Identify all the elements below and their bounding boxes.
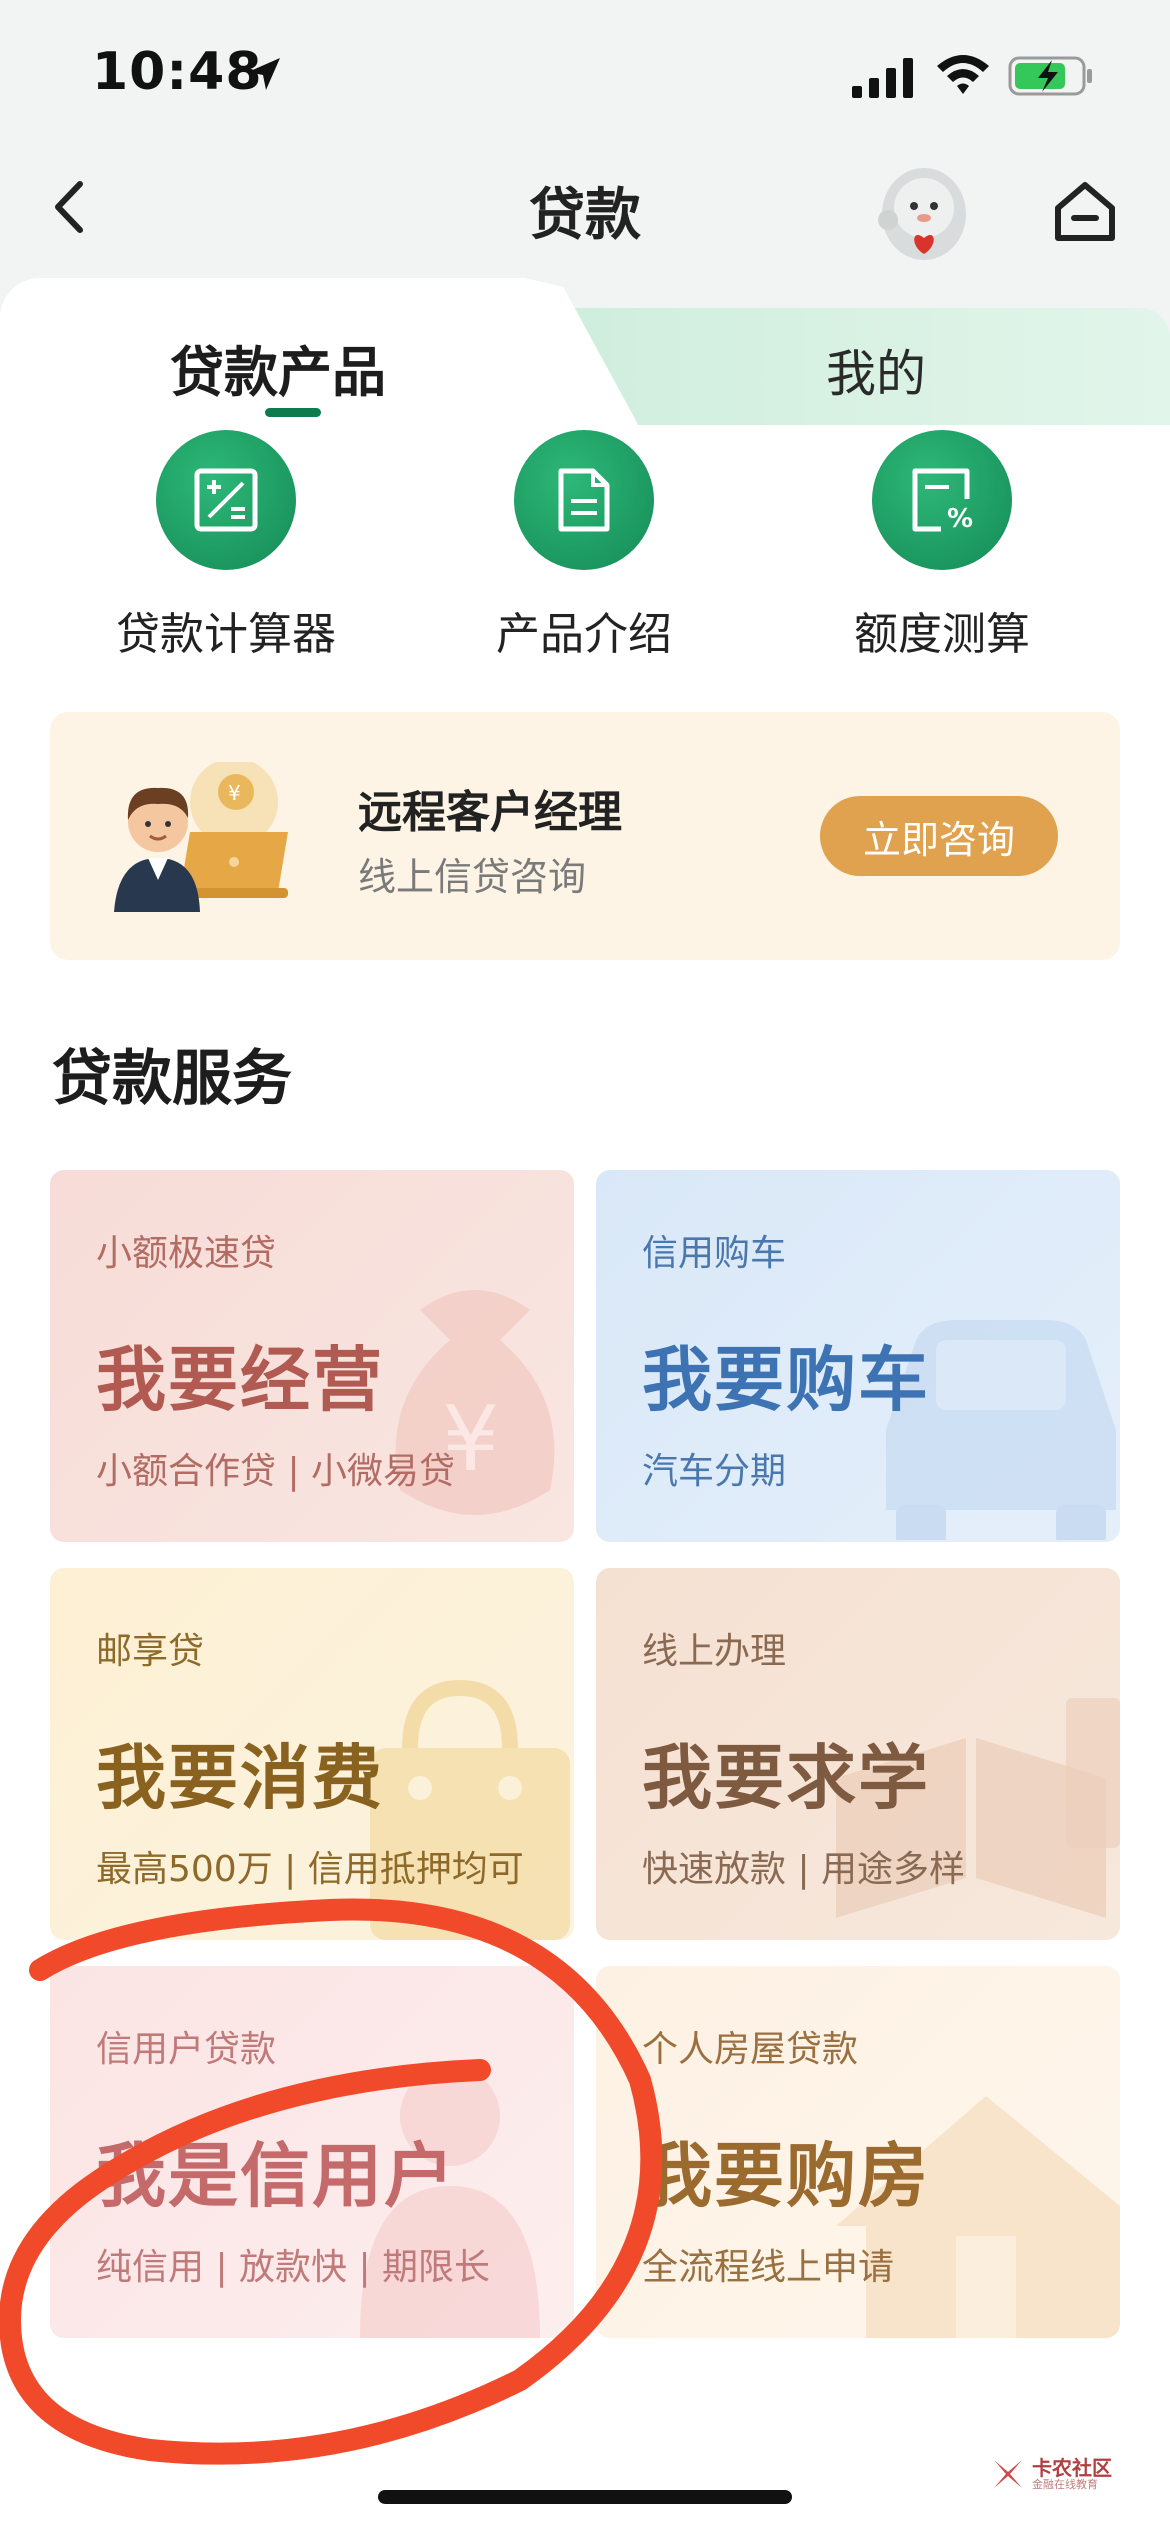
wifi-icon: [937, 55, 989, 94]
service-card-car[interactable]: 信用购车 我要购车 汽车分期: [596, 1170, 1120, 1542]
battery-charging-icon: [1008, 56, 1092, 96]
card-subtitle: 最高500万 | 信用抵押均可: [96, 1849, 524, 1890]
manager-title: 远程客户经理: [358, 787, 622, 838]
card-title: 我要求学: [642, 1737, 930, 1819]
service-card-credit-household[interactable]: 信用户贷款 我是信用户 纯信用 | 放款快 | 期限长: [50, 1966, 574, 2338]
watermark: 卡农社区 金融在线教育: [990, 2452, 1150, 2496]
watermark-subtext: 金融在线教育: [1032, 2478, 1098, 2491]
document-icon: [558, 468, 610, 532]
manager-illustration: ¥: [114, 762, 288, 912]
tab-loan-products[interactable]: 贷款产品: [170, 328, 386, 407]
card-subtitle: 全流程线上申请: [642, 2247, 895, 2288]
calculator-icon: [194, 468, 258, 532]
tab-bar: 贷款产品 我的: [0, 278, 1170, 428]
card-subtitle: 汽车分期: [642, 1451, 787, 1492]
service-card-education[interactable]: 线上办理 我要求学 快速放款 | 用途多样: [596, 1568, 1120, 1940]
tab-mine[interactable]: 我的: [826, 334, 926, 406]
svg-text:%: %: [947, 504, 973, 534]
card-eyebrow: 邮享贷: [96, 1631, 205, 1672]
tool-quota-estimate[interactable]: % 额度测算: [792, 430, 1092, 660]
card-eyebrow: 线上办理: [642, 1631, 787, 1672]
card-eyebrow: 小额极速贷: [96, 1233, 277, 1274]
card-eyebrow: 信用购车: [642, 1233, 787, 1274]
tool-label: 产品介绍: [496, 609, 672, 660]
svg-text:¥: ¥: [228, 781, 241, 805]
status-time: 10:48: [92, 42, 263, 102]
tool-icon-circle: [156, 430, 296, 570]
remote-manager-banner[interactable]: ¥ 远程客户经理 线上信贷咨询 立即咨询: [50, 712, 1120, 960]
mascot-avatar[interactable]: [872, 156, 976, 266]
status-bar: 10:48: [0, 0, 1170, 150]
tool-icon-circle: [514, 430, 654, 570]
service-card-housing[interactable]: 个人房屋贷款 我要购房 全流程线上申请: [596, 1966, 1120, 2338]
consult-now-button[interactable]: 立即咨询: [820, 796, 1058, 876]
service-card-consumption[interactable]: 邮享贷 我要消费 最高500万 | 信用抵押均可: [50, 1568, 574, 1940]
manager-subtitle: 线上信贷咨询: [358, 855, 587, 899]
card-subtitle: 纯信用 | 放款快 | 期限长: [96, 2247, 491, 2288]
money-bag-icon: ¥: [395, 1290, 555, 1515]
watermark-logo-icon: [994, 2460, 1022, 2488]
quota-icon: %: [912, 468, 973, 534]
card-title: 我要经营: [96, 1339, 384, 1421]
card-title: 我要购房: [642, 2135, 930, 2217]
card-eyebrow: 个人房屋贷款: [642, 2029, 859, 2070]
card-title: 我要消费: [96, 1737, 384, 1819]
cellular-signal-icon: [852, 58, 913, 98]
tab-active-indicator: [265, 408, 321, 417]
card-title: 我要购车: [642, 1339, 930, 1421]
location-arrow-icon: [248, 58, 280, 90]
home-icon[interactable]: [1050, 176, 1120, 246]
card-title: 我是信用户: [96, 2135, 456, 2217]
service-card-business[interactable]: ¥ 小额极速贷 我要经营 小额合作贷 | 小微易贷: [50, 1170, 574, 1542]
card-eyebrow: 信用户贷款: [96, 2029, 277, 2070]
loan-services-heading: 贷款服务: [52, 1044, 292, 1114]
tool-loan-calculator[interactable]: 贷款计算器: [76, 430, 376, 660]
tool-label: 贷款计算器: [116, 609, 336, 660]
tool-icon-circle: %: [872, 430, 1012, 570]
card-subtitle: 小额合作贷 | 小微易贷: [96, 1451, 456, 1492]
tool-product-intro[interactable]: 产品介绍: [434, 430, 734, 660]
card-subtitle: 快速放款 | 用途多样: [642, 1849, 966, 1890]
home-indicator[interactable]: [378, 2490, 792, 2504]
page-title: 贷款: [529, 183, 641, 248]
tool-label: 额度测算: [854, 609, 1030, 660]
